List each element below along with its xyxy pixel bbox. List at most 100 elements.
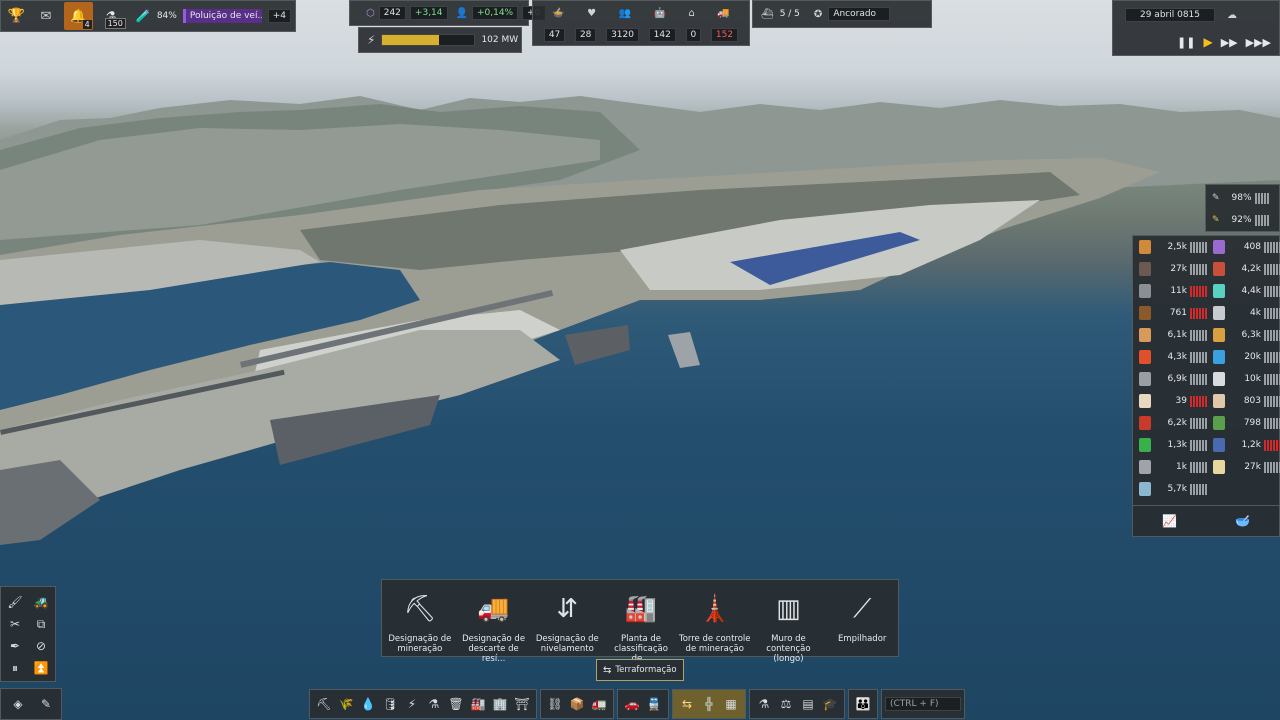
resources-column-left: 2,5k 27k 11k 761 6,1k 4,3k 6,9k 39 6,2k 1,3k 1k 5,7… (1133, 236, 1207, 500)
resource-row[interactable]: 1,3k (1133, 434, 1207, 456)
stat-health: 28 (574, 28, 597, 42)
maintenance-row[interactable]: ✎ 98% (1206, 187, 1279, 209)
resource-row[interactable]: 1k (1133, 456, 1207, 478)
resource-row[interactable]: 798 (1207, 412, 1280, 434)
mail-icon[interactable]: ✉ (34, 9, 57, 24)
resource-row[interactable]: 6,2k (1133, 412, 1207, 434)
resource-value: 6,1k (1167, 330, 1187, 340)
water-icon[interactable]: 💧 (357, 692, 379, 716)
resource-icon (1213, 262, 1226, 276)
resource-row[interactable]: 10k (1207, 368, 1280, 390)
resource-bar (1190, 241, 1207, 253)
layers-icon[interactable]: ◈ (7, 692, 29, 716)
population-percent: +0,14% (471, 6, 519, 20)
resource-bar (1264, 395, 1280, 407)
category-tab[interactable]: ⇆ Terraformação (596, 659, 684, 681)
workers-icon[interactable]: 👥 (619, 8, 631, 19)
resource-value: 4k (1250, 308, 1261, 318)
resource-icon (1213, 394, 1226, 408)
resource-row[interactable]: 6,1k (1133, 324, 1207, 346)
buildings-icon[interactable]: 🏢 (489, 692, 511, 716)
monument-icon[interactable]: ⛩ (511, 692, 533, 716)
bulldozer-icon[interactable]: 🚜 (31, 590, 51, 614)
terraforming-icon: ⇆ (603, 664, 612, 676)
research-flask-icon[interactable]: ⚗ (753, 692, 775, 716)
eyedropper-icon[interactable]: ✒ (5, 634, 25, 658)
build-tool[interactable]: 🗼 Torre de controle de mineração (679, 586, 751, 654)
unemployed-icon[interactable]: 🤖 (654, 8, 666, 19)
unity-delta: +3,14 (409, 6, 448, 20)
food-icon[interactable]: 🍲 (552, 8, 564, 19)
build-tool[interactable]: ⇵ Designação de nivelamento (531, 586, 603, 654)
pollution-label[interactable]: Poluição de veí... (182, 9, 262, 23)
fast-forward-button[interactable]: ▶▶ (1221, 36, 1238, 49)
resource-row[interactable]: 39 (1133, 390, 1207, 412)
pipe-icon[interactable]: ╬ (698, 692, 720, 716)
refinery-icon[interactable]: ⚗ (423, 692, 445, 716)
factory-icon[interactable]: 🏭 (467, 692, 489, 716)
resource-row[interactable]: 27k (1133, 258, 1207, 280)
unlink-icon[interactable]: ⊘ (31, 634, 51, 658)
resource-row[interactable]: 6,3k (1207, 324, 1280, 346)
vehicles-icon[interactable]: 🚚 (717, 8, 729, 19)
build-tool[interactable]: 🚚 Designação de descarte de resí... (458, 586, 530, 664)
resource-row[interactable]: 761 (1133, 302, 1207, 324)
resource-row[interactable]: 408 (1207, 236, 1280, 258)
notifications-button[interactable]: 🔔 4 (63, 2, 93, 30)
research-button[interactable]: ⚗ 150 (99, 2, 126, 30)
blueprint-icon[interactable]: ▤ (797, 692, 819, 716)
resource-bar (1190, 263, 1207, 275)
resource-row[interactable]: 2,5k (1133, 236, 1207, 258)
build-tool[interactable]: ⟋ Empilhador (826, 586, 898, 644)
housing-icon[interactable]: ⌂ (688, 8, 694, 19)
vehicle-depot-icon[interactable]: 🚗 (621, 692, 643, 716)
anchor-status[interactable]: Ancorado (828, 7, 891, 21)
resource-row[interactable]: 4,4k (1207, 280, 1280, 302)
resource-row[interactable]: 11k (1133, 280, 1207, 302)
resource-row[interactable]: 4,2k (1207, 258, 1280, 280)
resource-value: 761 (1169, 308, 1187, 318)
pause-button[interactable]: ❚❚ (1177, 36, 1195, 49)
brush-icon[interactable]: 🖌 (5, 590, 25, 614)
train-icon[interactable]: 🚆 (643, 692, 665, 716)
waste-icon[interactable]: 🗑 (445, 692, 467, 716)
stats-chart-icon[interactable]: 📈 (1162, 514, 1177, 528)
recipe-bowl-icon[interactable]: 🥣 (1235, 514, 1250, 528)
cut-icon[interactable]: ✂ (5, 612, 25, 636)
upgrade-icon[interactable]: ⏫ (31, 656, 51, 680)
power-bar[interactable]: ⚡ 102 MW (358, 27, 522, 53)
edit-icon[interactable]: ✎ (35, 692, 57, 716)
resource-row[interactable]: 20k (1207, 346, 1280, 368)
mining-tool-icon[interactable]: ⛏ (313, 692, 335, 716)
truck-icon[interactable]: 🚛 (588, 692, 610, 716)
oil-icon[interactable]: 🛢 (379, 692, 401, 716)
play-button[interactable]: ▶ (1203, 35, 1212, 49)
resource-row[interactable]: 4k (1207, 302, 1280, 324)
farm-icon[interactable]: 🌾 (335, 692, 357, 716)
resource-row[interactable]: 803 (1207, 390, 1280, 412)
conveyor-icon[interactable]: ⛓ (544, 692, 566, 716)
build-tool[interactable]: 🏭Planta de classificação de... (605, 586, 677, 664)
build-tool[interactable]: ▥ Muro de contenção (longo) (753, 586, 825, 664)
health-icon[interactable]: ♥ (587, 8, 596, 19)
resource-row[interactable]: 4,3k (1133, 346, 1207, 368)
checker-icon[interactable]: ▦ (720, 692, 742, 716)
terraform-selected-icon[interactable]: ⇆ (676, 692, 698, 716)
ship-icon[interactable]: ⛴ (761, 9, 774, 20)
education-icon[interactable]: 🎓 (819, 692, 841, 716)
population-people-icon[interactable]: 👪 (852, 692, 874, 716)
fastest-forward-button[interactable]: ▶▶▶ (1246, 36, 1271, 49)
balance-icon[interactable]: ⚖ (775, 692, 797, 716)
trophy-icon[interactable]: 🏆 (5, 8, 28, 24)
pause-building-icon[interactable]: ⏸ (5, 656, 25, 680)
copy-icon[interactable]: ⧉ (31, 612, 51, 636)
resource-row[interactable]: 5,7k (1133, 478, 1207, 500)
search-input[interactable]: (CTRL + F) (885, 697, 961, 711)
build-tool[interactable]: ⛏ Designação de mineração (384, 586, 456, 654)
storage-icon[interactable]: 📦 (566, 692, 588, 716)
resource-row[interactable]: 6,9k (1133, 368, 1207, 390)
power-plant-icon[interactable]: ⚡ (401, 692, 423, 716)
resource-row[interactable]: 27k (1207, 456, 1280, 478)
resource-row[interactable]: 1,2k (1207, 434, 1280, 456)
efficiency-row[interactable]: ✎ 92% (1206, 209, 1279, 231)
